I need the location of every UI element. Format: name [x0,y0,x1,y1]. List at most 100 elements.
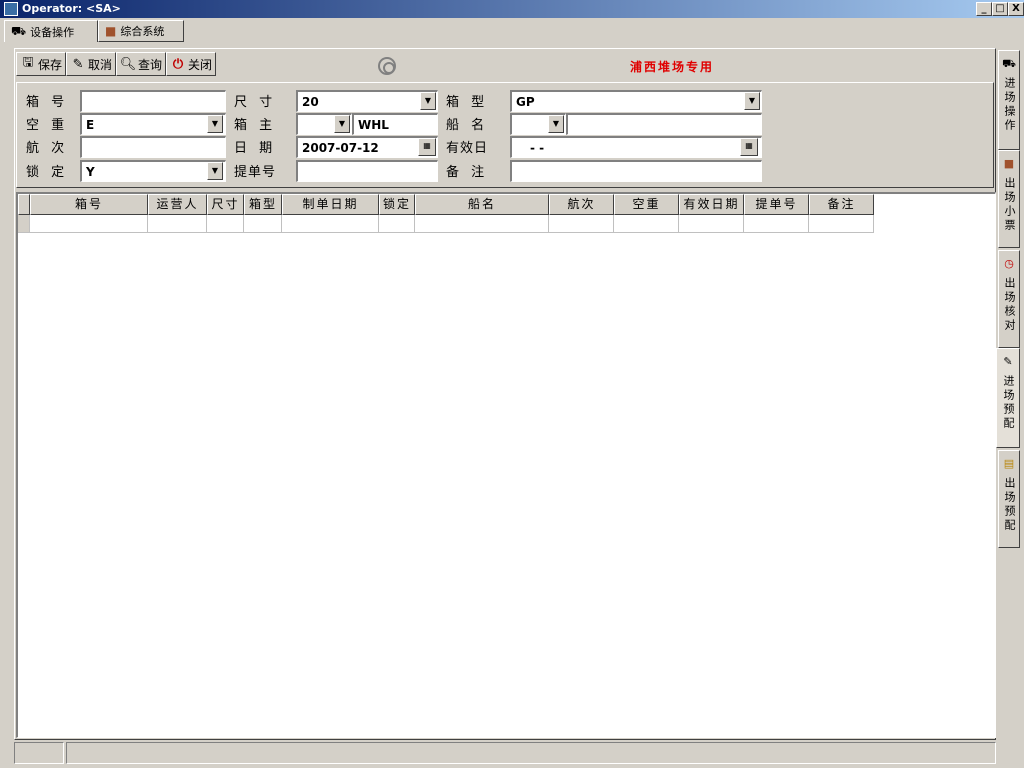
save-icon: 🖫 [22,55,34,70]
side-tab-entry-operation[interactable]: ⛟ 进场操作 [998,50,1020,150]
column-header[interactable]: 尺寸 [207,194,244,215]
column-header[interactable]: 备注 [809,194,874,215]
minimize-button[interactable]: _ [976,2,992,16]
cancel-label: 取消 [88,57,113,72]
tab-label: 设备操作 [30,25,75,39]
result-grid[interactable]: 箱号 运营人 尺寸 箱型 制单日期 锁定 船名 航次 空重 有效日期 提单号 备… [16,192,996,738]
side-tab-exit-check[interactable]: ◷ 出场核对 [998,250,1020,348]
grid-cell[interactable] [379,215,415,233]
empty-heavy-value: E [86,118,95,132]
chevron-down-icon[interactable]: ▼ [207,115,223,133]
tab-label: 综合系统 [120,25,165,38]
size-select[interactable]: 20 [296,90,438,112]
close-form-button[interactable]: ⏻ 关闭 [166,52,217,76]
chevron-down-icon[interactable]: ▼ [334,115,350,133]
column-header[interactable]: 运营人 [148,194,207,215]
bill-no-input[interactable] [296,160,438,182]
column-header[interactable]: 提单号 [744,194,809,215]
device-icon: ⛟ [11,23,27,38]
column-header[interactable]: 锁定 [379,194,415,215]
save-label: 保存 [38,57,63,72]
column-header[interactable]: 制单日期 [282,194,379,215]
empty-heavy-label: 空 重 [26,118,69,133]
column-header[interactable]: 船名 [415,194,549,215]
ship-name-input[interactable] [566,113,762,135]
owner-label: 箱 主 [234,118,277,133]
side-tab-label: 出场核对 [1003,277,1016,333]
date-input[interactable]: 2007-07-12 [296,136,438,158]
clock-icon: ◷ [1004,257,1014,270]
row-indicator[interactable] [18,215,30,233]
calendar-icon[interactable]: ▦ [418,138,436,156]
truck-icon: ⛟ [1002,57,1016,70]
tab-device-operation[interactable]: ⛟ 设备操作 [4,20,98,42]
column-header[interactable]: 箱号 [30,194,148,215]
module-tabs: ⛟ 设备操作 ■ 综合系统 [0,18,1024,42]
side-tab-entry-preassign[interactable]: ✎ 进场预配 [996,348,1020,448]
grid-cell[interactable] [148,215,207,233]
window-title: Operator: <SA> [22,2,121,15]
column-header[interactable]: 有效日期 [679,194,744,215]
calendar-icon[interactable]: ▦ [740,138,758,156]
query-button[interactable]: 🔍︎ 查询 [116,52,167,76]
valid-date-label: 有效日 [446,141,489,156]
remark-input[interactable] [510,160,762,182]
box-type-select[interactable]: GP [510,90,762,112]
close-button[interactable]: X [1008,2,1024,16]
valid-date-input[interactable]: - - [510,136,762,158]
grid-cell[interactable] [282,215,379,233]
grid-cell[interactable] [809,215,874,233]
chevron-down-icon[interactable]: ▼ [420,92,436,110]
chevron-down-icon[interactable]: ▼ [207,162,223,180]
note-icon: ▤ [1003,457,1015,470]
voyage-input[interactable] [80,136,226,158]
grid-cell[interactable] [744,215,809,233]
grid-cell[interactable] [244,215,282,233]
query-label: 查询 [138,57,163,72]
app-icon [4,2,18,16]
empty-heavy-select[interactable]: E [80,113,226,135]
save-button[interactable]: 🖫 保存 [16,52,67,76]
grid-cell[interactable] [415,215,549,233]
owner-name-input[interactable]: WHL [352,113,438,135]
size-label: 尺 寸 [234,95,277,110]
valid-date-value: - - [530,141,545,155]
column-header[interactable]: 空重 [614,194,679,215]
column-header[interactable]: 箱型 [244,194,282,215]
grid-cell[interactable] [679,215,744,233]
target-icon [378,57,396,75]
bill-no-label: 提单号 [234,165,277,180]
box-type-value: GP [516,95,535,109]
cube-icon: ■ [1003,157,1015,170]
grid-cell[interactable] [549,215,614,233]
close-label: 关闭 [188,57,213,72]
grid-cell[interactable] [207,215,244,233]
chevron-down-icon[interactable]: ▼ [744,92,760,110]
status-panel [14,742,64,764]
locked-select[interactable]: Y [80,160,226,182]
status-bar [0,740,1024,768]
column-header[interactable]: 航次 [549,194,614,215]
tab-general-system[interactable]: ■ 综合系统 [98,20,184,42]
side-tab-exit-preassign[interactable]: ▤ 出场预配 [998,450,1020,548]
row-indicator-header [18,194,30,215]
grid-cell[interactable] [30,215,148,233]
side-tab-exit-ticket[interactable]: ■ 出场小票 [998,150,1020,248]
power-icon: ⏻ [172,56,184,72]
maximize-button[interactable]: □ [992,2,1008,16]
box-type-label: 箱 型 [446,95,489,110]
side-tab-label: 进场预配 [1002,375,1015,431]
side-tab-label: 出场小票 [1003,177,1016,233]
size-value: 20 [302,95,319,109]
cancel-button[interactable]: ✎ 取消 [66,52,117,76]
ship-name-label: 船 名 [446,118,489,133]
magnifier-icon: 🔍︎ [119,56,137,72]
chevron-down-icon[interactable]: ▼ [548,115,564,133]
date-value: 2007-07-12 [302,141,379,155]
yard-banner: 浦西堆场专用 [630,60,715,74]
eraser-icon: ✎ [72,56,84,72]
date-label: 日 期 [234,141,277,156]
grid-cell[interactable] [614,215,679,233]
box-no-input[interactable] [80,90,226,112]
side-tab-label: 进场操作 [1003,77,1016,133]
